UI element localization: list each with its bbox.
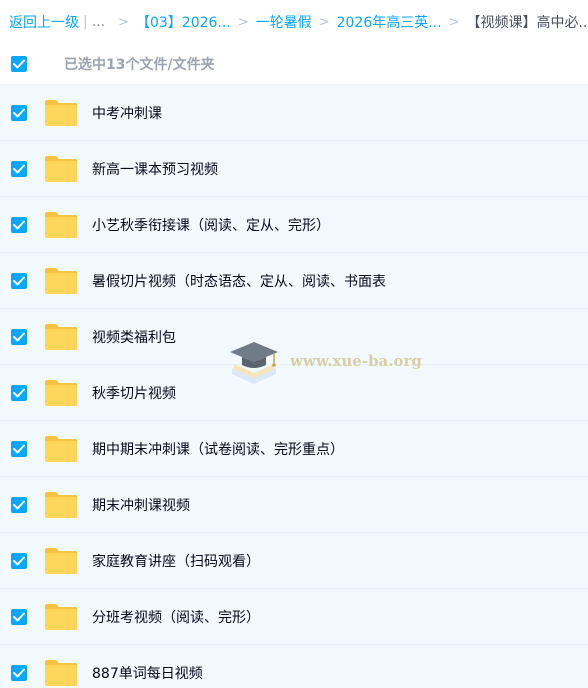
check-icon bbox=[13, 164, 25, 173]
file-name[interactable]: 分班考视频（阅读、完形） bbox=[92, 607, 260, 627]
folder-icon bbox=[45, 211, 77, 238]
check-icon bbox=[13, 220, 25, 229]
row-checkbox[interactable] bbox=[11, 160, 27, 177]
file-name[interactable]: 视频类福利包 bbox=[92, 327, 176, 347]
check-icon bbox=[13, 612, 25, 621]
breadcrumb-separator: | bbox=[83, 14, 88, 30]
chevron-right-icon: > bbox=[237, 14, 249, 30]
row-checkbox[interactable] bbox=[11, 384, 27, 401]
file-name[interactable]: 新高一课本预习视频 bbox=[92, 159, 218, 179]
breadcrumb-item[interactable]: 一轮暑假 bbox=[256, 12, 312, 32]
file-name[interactable]: 887单词每日视频 bbox=[92, 663, 203, 683]
file-row[interactable]: 期末冲刺课视频 bbox=[0, 477, 588, 533]
file-row[interactable]: 新高一课本预习视频 bbox=[0, 141, 588, 197]
folder-icon bbox=[45, 99, 77, 126]
file-row[interactable]: 视频类福利包 bbox=[0, 309, 588, 365]
file-name[interactable]: 期末冲刺课视频 bbox=[92, 495, 190, 515]
breadcrumb-current: 【视频课】高中必... bbox=[466, 15, 588, 31]
folder-icon bbox=[45, 323, 77, 350]
chevron-right-icon: > bbox=[118, 14, 129, 30]
chevron-right-icon: > bbox=[318, 14, 330, 30]
check-icon bbox=[13, 668, 25, 677]
check-icon bbox=[13, 444, 25, 453]
folder-icon bbox=[45, 267, 77, 294]
selection-summary: 已选中13个文件/文件夹 bbox=[64, 57, 215, 73]
row-checkbox[interactable] bbox=[11, 496, 27, 513]
select-all-checkbox[interactable] bbox=[11, 56, 27, 72]
folder-icon bbox=[45, 379, 77, 406]
check-icon bbox=[13, 556, 25, 565]
folder-icon bbox=[45, 603, 77, 630]
file-name[interactable]: 期中期末冲刺课（试卷阅读、完形重点） bbox=[92, 439, 344, 459]
breadcrumb-item[interactable]: 【03】2026... bbox=[136, 12, 231, 32]
folder-icon bbox=[45, 435, 77, 462]
row-checkbox[interactable] bbox=[11, 552, 27, 569]
file-browser: 返回上一级 | ... > 【03】2026... > 一轮暑假 > 2026年… bbox=[0, 0, 588, 688]
file-row[interactable]: 分班考视频（阅读、完形） bbox=[0, 589, 588, 645]
file-name[interactable]: 小艺秋季衔接课（阅读、定从、完形） bbox=[92, 215, 330, 235]
row-checkbox[interactable] bbox=[11, 216, 27, 233]
folder-icon bbox=[45, 155, 77, 182]
folder-icon bbox=[45, 547, 77, 574]
file-name[interactable]: 暑假切片视频（时态语态、定从、阅读、书面表 bbox=[92, 271, 386, 291]
folder-icon bbox=[45, 491, 77, 518]
row-checkbox[interactable] bbox=[11, 328, 27, 345]
folder-icon bbox=[45, 659, 77, 686]
selection-header: 已选中13个文件/文件夹 bbox=[0, 44, 588, 85]
back-link[interactable]: 返回上一级 bbox=[9, 12, 79, 32]
row-checkbox[interactable] bbox=[11, 608, 27, 625]
file-name[interactable]: 中考冲刺课 bbox=[92, 103, 162, 123]
file-row[interactable]: 家庭教育讲座（扫码观看） bbox=[0, 533, 588, 589]
check-icon bbox=[13, 332, 25, 341]
breadcrumb-item[interactable]: 2026年高三英... bbox=[337, 12, 442, 32]
file-row[interactable]: 中考冲刺课 bbox=[0, 85, 588, 141]
row-checkbox[interactable] bbox=[11, 664, 27, 681]
file-name[interactable]: 秋季切片视频 bbox=[92, 383, 176, 403]
breadcrumb: 返回上一级 | ... > 【03】2026... > 一轮暑假 > 2026年… bbox=[0, 0, 588, 44]
row-checkbox[interactable] bbox=[11, 440, 27, 457]
file-list: 中考冲刺课新高一课本预习视频小艺秋季衔接课（阅读、定从、完形） 暑假切片视频（时态… bbox=[0, 85, 588, 688]
check-icon bbox=[13, 59, 25, 69]
chevron-right-icon: > bbox=[448, 14, 460, 30]
file-row[interactable]: 秋季切片视频 bbox=[0, 365, 588, 421]
row-checkbox[interactable] bbox=[11, 104, 27, 121]
file-row[interactable]: 期中期末冲刺课（试卷阅读、完形重点） bbox=[0, 421, 588, 477]
check-icon bbox=[13, 500, 25, 509]
breadcrumb-ellipsis[interactable]: ... bbox=[92, 14, 105, 30]
check-icon bbox=[13, 108, 25, 117]
file-row[interactable]: 887单词每日视频 bbox=[0, 645, 588, 688]
file-name[interactable]: 家庭教育讲座（扫码观看） bbox=[92, 551, 260, 571]
check-icon bbox=[13, 388, 25, 397]
file-row[interactable]: 小艺秋季衔接课（阅读、定从、完形） bbox=[0, 197, 588, 253]
row-checkbox[interactable] bbox=[11, 272, 27, 289]
check-icon bbox=[13, 276, 25, 285]
file-row[interactable]: 暑假切片视频（时态语态、定从、阅读、书面表 bbox=[0, 253, 588, 309]
